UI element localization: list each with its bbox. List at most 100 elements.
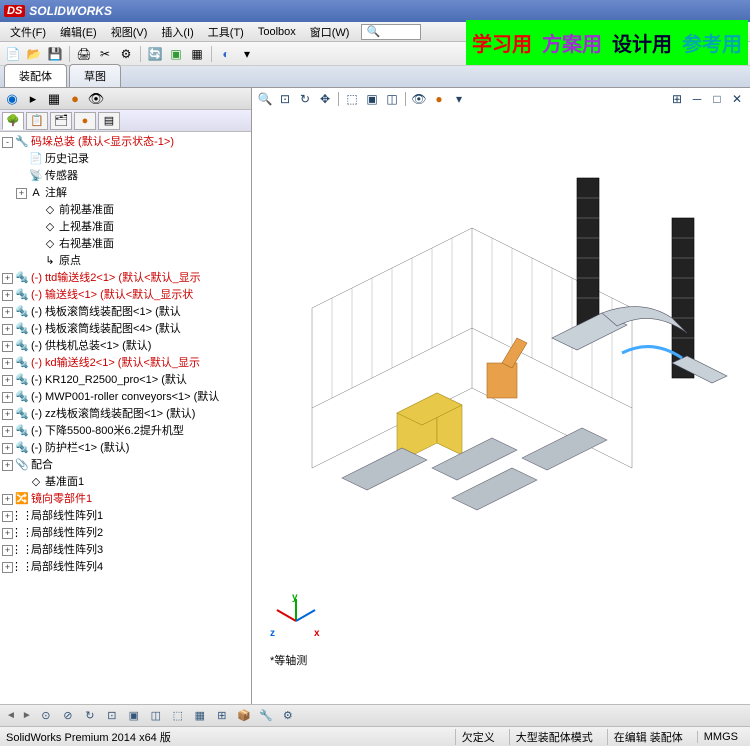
expand-icon[interactable]: + (2, 494, 13, 505)
tree-node[interactable]: ◇上视基准面 (0, 219, 251, 236)
grid-icon[interactable]: ▦ (44, 90, 64, 108)
expand-icon[interactable]: + (2, 307, 13, 318)
expand-icon[interactable]: - (2, 137, 13, 148)
z-label: z (270, 628, 275, 639)
motion-icon[interactable]: ⚙ (280, 708, 296, 724)
expand-icon[interactable]: + (2, 375, 13, 386)
tree-node[interactable]: -🔧码垛总装 (默认<显示状态-1>) (0, 134, 251, 151)
motion-icon[interactable]: ⊡ (104, 708, 120, 724)
tree-node[interactable]: +A注解 (0, 185, 251, 202)
x-label: x (314, 628, 320, 639)
sphere-icon[interactable]: ● (65, 90, 85, 108)
property-tab-icon[interactable]: 📋 (26, 112, 48, 130)
menu-insert[interactable]: 插入(I) (155, 22, 199, 42)
print-icon[interactable]: 🖨 (75, 45, 93, 63)
menu-toolbox[interactable]: Toolbox (252, 24, 302, 40)
tree-node[interactable]: ↳原点 (0, 253, 251, 270)
tree-node[interactable]: ◇前视基准面 (0, 202, 251, 219)
feature-tree-tab-icon[interactable]: 🌳 (2, 112, 24, 130)
model-canvas[interactable]: y x z *等轴测 (252, 88, 750, 704)
menu-view[interactable]: 视图(V) (105, 22, 154, 42)
feature-tree[interactable]: -🔧码垛总装 (默认<显示状态-1>)📄历史记录📡传感器+A注解◇前视基准面◇上… (0, 132, 251, 704)
expand-icon[interactable]: + (2, 273, 13, 284)
expand-icon[interactable]: + (2, 443, 13, 454)
rebuild-icon[interactable]: 🔄 (146, 45, 164, 63)
motion-icon[interactable]: ⊘ (60, 708, 76, 724)
display-tab-icon[interactable]: ● (74, 112, 96, 130)
tree-node[interactable]: +⋮⋮局部线性阵列4 (0, 559, 251, 576)
tree-node[interactable]: +⋮⋮局部线性阵列2 (0, 525, 251, 542)
app-title: SOLIDWORKS (29, 4, 112, 18)
tool2-icon[interactable]: ▦ (188, 45, 206, 63)
config-tab-icon[interactable]: 🗂 (50, 112, 72, 130)
next-arrow-icon[interactable]: ► (22, 710, 32, 721)
motion-icon[interactable]: ▦ (192, 708, 208, 724)
motion-icon[interactable]: ⊞ (214, 708, 230, 724)
menu-tools[interactable]: 工具(T) (202, 22, 250, 42)
expand-icon[interactable]: + (2, 392, 13, 403)
motion-icon[interactable]: 🔧 (258, 708, 274, 724)
tree-node[interactable]: +🔩(-) zz栈板滚筒线装配图<1> (默认) (0, 406, 251, 423)
expand-icon[interactable]: + (16, 188, 27, 199)
menu-search[interactable]: 🔍 (361, 24, 421, 40)
motion-icon[interactable]: ◫ (148, 708, 164, 724)
tree-node[interactable]: 📡传感器 (0, 168, 251, 185)
tree-node[interactable]: +🔩(-) 栈板滚筒线装配图<1> (默认 (0, 304, 251, 321)
expand-icon[interactable]: + (2, 324, 13, 335)
tool-icon[interactable]: ▣ (167, 45, 185, 63)
tree-node[interactable]: +🔩(-) KR120_R2500_pro<1> (默认 (0, 372, 251, 389)
motion-icon[interactable]: ⬚ (170, 708, 186, 724)
arrow-icon[interactable]: ▸ (23, 90, 43, 108)
tree-node[interactable]: +🔩(-) 防护栏<1> (默认) (0, 440, 251, 457)
tree-node[interactable]: ◇基准面1 (0, 474, 251, 491)
tool4-icon[interactable]: ▾ (238, 45, 256, 63)
tool3-icon[interactable]: ◐ (217, 45, 235, 63)
tree-node[interactable]: +🔩(-) 下降5500-800米6.2提升机型 (0, 423, 251, 440)
expand-icon[interactable]: + (2, 426, 13, 437)
expand-icon[interactable]: + (2, 409, 13, 420)
filter-icon[interactable]: ◉ (2, 90, 22, 108)
menu-file[interactable]: 文件(F) (4, 22, 52, 42)
cut-icon[interactable]: ✂ (96, 45, 114, 63)
tree-node[interactable]: +🔩(-) MWP001-roller conveyors<1> (默认 (0, 389, 251, 406)
orientation-triad[interactable]: y x z (270, 596, 320, 646)
node-label: (-) 下降5500-800米6.2提升机型 (31, 423, 184, 440)
expand-icon[interactable]: + (2, 358, 13, 369)
tree-node[interactable]: +🔀镜向零部件1 (0, 491, 251, 508)
new-icon[interactable]: 📄 (4, 45, 22, 63)
tab-assembly[interactable]: 装配体 (4, 64, 67, 87)
tree-node[interactable]: 📄历史记录 (0, 151, 251, 168)
tree-node[interactable]: +🔩(-) ttd输送线2<1> (默认<默认_显示 (0, 270, 251, 287)
expand-icon[interactable]: + (2, 341, 13, 352)
extra-tab-icon[interactable]: ▤ (98, 112, 120, 130)
tree-node[interactable]: +🔩(-) kd输送线2<1> (默认<默认_显示 (0, 355, 251, 372)
eye-icon[interactable]: 👁 (86, 90, 106, 108)
prev-arrow-icon[interactable]: ◄ (6, 710, 16, 721)
title-bar: DS SOLIDWORKS (0, 0, 750, 22)
node-label: 原点 (59, 253, 81, 270)
node-label: 局部线性阵列1 (31, 508, 103, 525)
options-icon[interactable]: ⚙ (117, 45, 135, 63)
graphics-viewport[interactable]: 🔍 ⊡ ↻ ✥ ⬚ ▣ ◫ 👁 ● ▾ ⊞ ─ □ ✕ (252, 88, 750, 704)
tab-sketch[interactable]: 草图 (69, 64, 121, 87)
motion-icon[interactable]: ▣ (126, 708, 142, 724)
open-icon[interactable]: 📂 (25, 45, 43, 63)
tree-node[interactable]: +🔩(-) 供栈机总装<1> (默认) (0, 338, 251, 355)
expand-icon[interactable]: + (2, 460, 13, 471)
tree-node[interactable]: +⋮⋮局部线性阵列1 (0, 508, 251, 525)
tree-node[interactable]: +🔩(-) 输送线<1> (默认<默认_显示状 (0, 287, 251, 304)
save-icon[interactable]: 💾 (46, 45, 64, 63)
tree-node[interactable]: ◇右视基准面 (0, 236, 251, 253)
motion-icon[interactable]: 📦 (236, 708, 252, 724)
tree-node[interactable]: +📎配合 (0, 457, 251, 474)
menu-edit[interactable]: 编辑(E) (54, 22, 103, 42)
expand-icon[interactable]: + (2, 290, 13, 301)
menu-window[interactable]: 窗口(W) (304, 22, 356, 42)
tree-node[interactable]: +🔩(-) 栈板滚筒线装配图<4> (默认 (0, 321, 251, 338)
status-mode: 大型装配体模式 (509, 729, 599, 745)
motion-icon[interactable]: ↻ (82, 708, 98, 724)
node-icon: 🔀 (15, 491, 29, 508)
main-area: ◉ ▸ ▦ ● 👁 🌳 📋 🗂 ● ▤ -🔧码垛总装 (默认<显示状态-1>)📄… (0, 88, 750, 704)
motion-icon[interactable]: ⊙ (38, 708, 54, 724)
tree-node[interactable]: +⋮⋮局部线性阵列3 (0, 542, 251, 559)
